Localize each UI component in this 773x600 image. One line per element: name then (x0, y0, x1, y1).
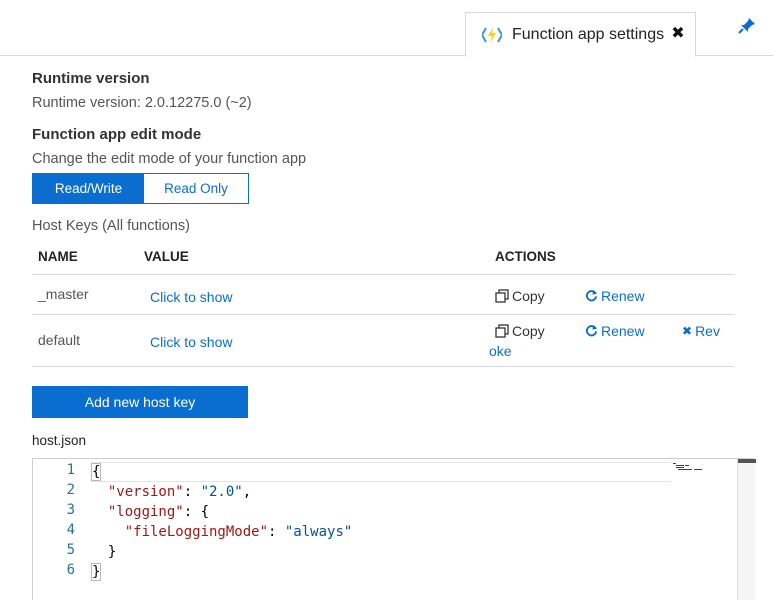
edit-mode-description: Change the edit mode of your function ap… (32, 151, 307, 167)
read-only-option[interactable]: Read Only (144, 174, 248, 203)
code-line: { (91, 463, 102, 481)
table-row: _master Click to show Copy Renew (32, 274, 734, 315)
close-icon[interactable]: ✖ (669, 25, 687, 43)
pin-icon[interactable] (737, 16, 757, 36)
code-line: "logging": { (107, 504, 210, 520)
column-header-actions: ACTIONS (489, 240, 734, 275)
key-name: _master (32, 274, 138, 315)
blade-tab-bar: Function app settings ✖ (0, 0, 773, 57)
copy-button[interactable]: Copy (495, 323, 545, 339)
copy-label: Copy (512, 287, 545, 304)
renew-button[interactable]: Renew (585, 323, 645, 339)
line-number: 3 (66, 502, 75, 518)
copy-icon (495, 323, 509, 338)
scrollbar-thumb[interactable] (738, 459, 756, 463)
host-json-label: host.json (32, 433, 87, 448)
revoke-button[interactable]: ✖ Rev (682, 323, 720, 339)
click-to-show-link[interactable]: Click to show (150, 334, 232, 350)
tab-title: Function app settings (512, 25, 665, 43)
renew-button[interactable]: Renew (585, 288, 645, 304)
host-json-editor[interactable]: 1 2 3 4 5 6 { "version": "2.0", "logging… (32, 458, 756, 600)
key-name: default (32, 314, 138, 367)
code-area[interactable]: { "version": "2.0", "logging": { "fileLo… (91, 459, 671, 600)
current-line-highlight (91, 462, 671, 482)
host-keys-table: NAME VALUE ACTIONS _master Click to show… (32, 240, 734, 367)
refresh-icon (585, 289, 598, 302)
column-header-name: NAME (32, 240, 138, 275)
editor-scrollbar[interactable] (737, 459, 756, 600)
line-number: 5 (66, 542, 75, 558)
tab-function-app-settings[interactable]: Function app settings ✖ (465, 12, 696, 57)
code-line: "fileLoggingMode": "always" (124, 524, 353, 540)
close-icon: ✖ (682, 323, 693, 338)
copy-label: Copy (512, 322, 545, 339)
code-line: } (91, 563, 102, 581)
host-keys-heading: Host Keys (All functions) (32, 218, 190, 234)
line-number-gutter: 1 2 3 4 5 6 (33, 459, 85, 600)
runtime-version-heading: Runtime version (32, 70, 150, 87)
click-to-show-link[interactable]: Click to show (150, 289, 232, 305)
table-row: default Click to show Copy Renew ✖ Rev o… (32, 314, 734, 367)
line-number: 6 (66, 562, 75, 578)
column-header-value: VALUE (138, 240, 489, 275)
edit-mode-heading: Function app edit mode (32, 126, 202, 143)
refresh-icon (585, 324, 598, 337)
runtime-version-text: Runtime version: 2.0.12275.0 (~2) (32, 95, 252, 111)
read-write-option[interactable]: Read/Write (33, 174, 144, 203)
line-number: 1 (66, 462, 75, 478)
edit-mode-toggle: Read/Write Read Only (32, 173, 249, 204)
renew-label: Renew (601, 322, 645, 339)
copy-button[interactable]: Copy (495, 288, 545, 304)
line-number: 4 (66, 522, 75, 538)
function-app-icon (482, 25, 502, 45)
code-line: "version": "2.0", (107, 484, 252, 500)
renew-label: Renew (601, 287, 645, 304)
line-number: 2 (66, 482, 75, 498)
revoke-label-part1: Rev (695, 322, 720, 339)
revoke-label-part2[interactable]: oke (489, 343, 512, 359)
minimap[interactable] (673, 462, 713, 476)
add-new-host-key-button[interactable]: Add new host key (32, 386, 248, 418)
copy-icon (495, 288, 509, 303)
code-line: } (107, 544, 117, 560)
